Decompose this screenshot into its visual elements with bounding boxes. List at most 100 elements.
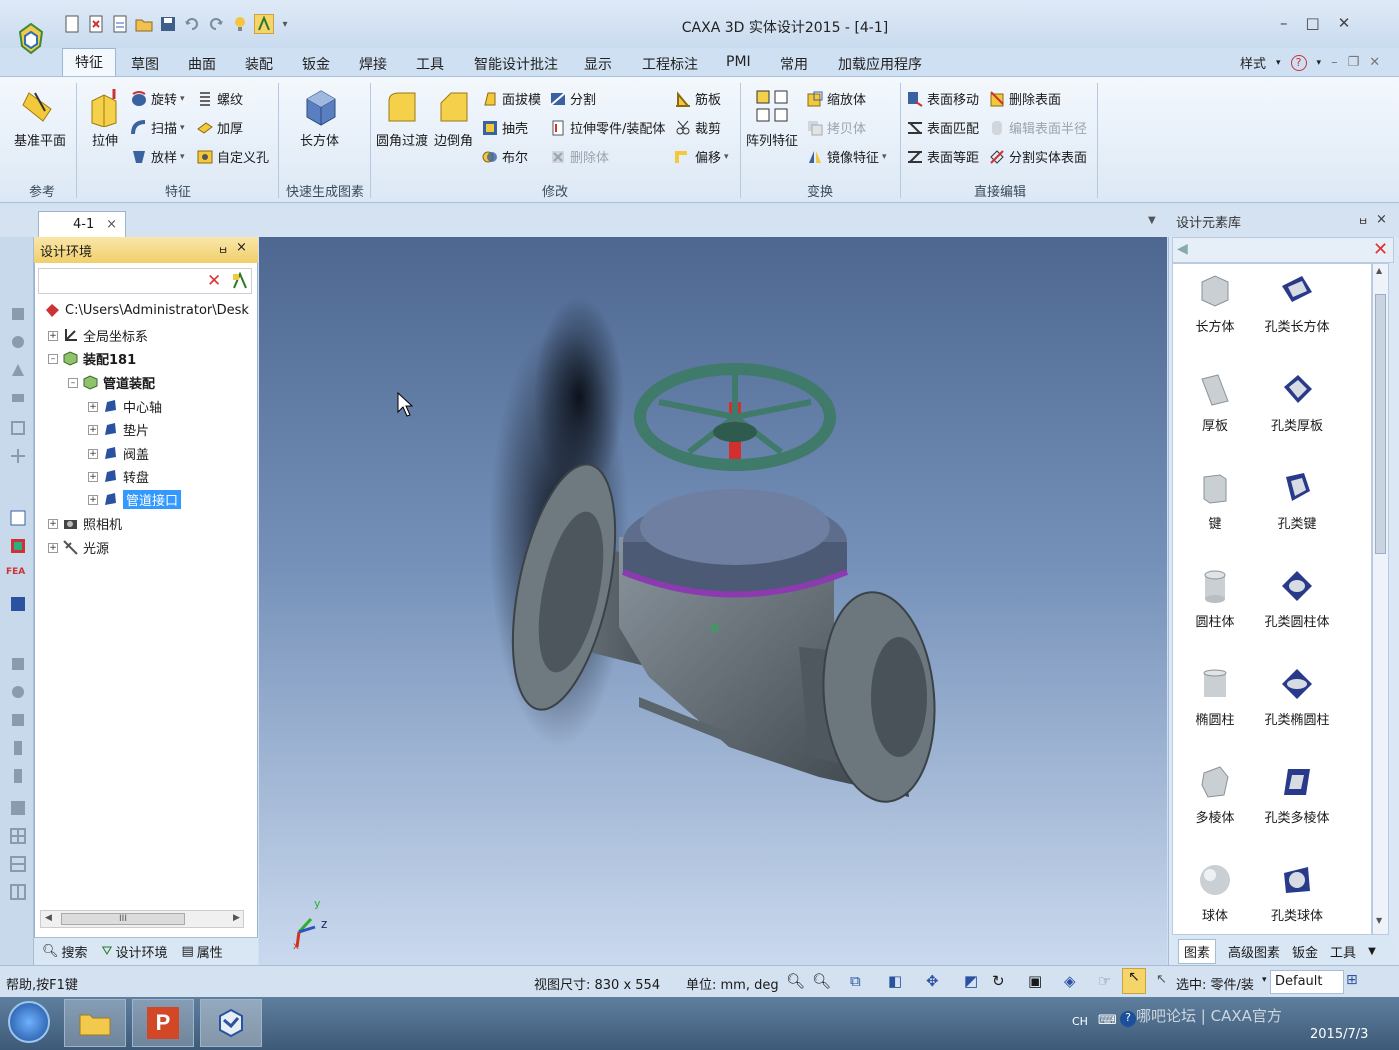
chevron-down-icon[interactable]: ▾ xyxy=(1317,58,1322,68)
split-face-button[interactable]: 分割实体表面 xyxy=(988,147,1087,166)
keyboard-icon[interactable]: ⌨ xyxy=(1098,1013,1117,1028)
scroll-down-icon[interactable]: ▼ xyxy=(1376,916,1382,925)
view-tool-icon[interactable] xyxy=(9,447,27,465)
view-tool-icon[interactable] xyxy=(9,883,27,901)
trim-button[interactable]: 裁剪 xyxy=(674,118,721,137)
tab-sketch[interactable]: 草图 xyxy=(131,52,159,76)
view-orient-icon[interactable]: ⧉ xyxy=(850,972,861,990)
tree-item-file[interactable]: C:\Users\Administrator\Desk xyxy=(44,302,249,319)
collapse-icon[interactable]: – xyxy=(48,353,58,364)
pan-icon[interactable]: ✥ xyxy=(926,972,939,990)
expand-icon[interactable]: + xyxy=(88,401,98,412)
open-folder-icon[interactable] xyxy=(134,14,154,34)
tab-tools-lib[interactable]: 工具 xyxy=(1330,942,1356,961)
tree-item-global-coord[interactable]: + 全局坐标系 xyxy=(48,326,148,345)
pattern-button[interactable]: 阵列特征 xyxy=(746,87,798,149)
undo-icon[interactable] xyxy=(182,14,202,34)
view-tool-icon[interactable] xyxy=(9,855,27,873)
tree-item-light[interactable]: + 光源 xyxy=(48,538,109,557)
chevron-down-icon[interactable]: ▾ xyxy=(1276,58,1281,68)
tab-addins[interactable]: 加载应用程序 xyxy=(838,52,922,76)
close-button[interactable]: ✕ xyxy=(1338,14,1351,32)
tree-item-assembly-181[interactable]: – 装配181 xyxy=(48,349,136,368)
fea-icon[interactable]: FEA xyxy=(6,567,25,577)
custom-hole-button[interactable]: 自定义孔 xyxy=(196,147,269,166)
section-icon[interactable]: ◩ xyxy=(964,972,978,990)
taskbar-caxa[interactable] xyxy=(200,999,262,1047)
lib-item-box[interactable]: 长方体 xyxy=(1173,272,1257,335)
extrude-button[interactable]: 拉伸 xyxy=(86,87,124,149)
close-library-icon[interactable]: ✕ xyxy=(1373,239,1388,260)
pin-icon[interactable]: ㅂ xyxy=(218,242,228,258)
help-icon[interactable]: ? xyxy=(1290,54,1307,71)
view-tool-icon[interactable] xyxy=(9,683,27,701)
maximize-button[interactable]: □ xyxy=(1306,14,1320,32)
panel-close-icon[interactable]: × xyxy=(236,240,247,255)
tab-sheet-metal[interactable]: 钣金 xyxy=(302,52,330,76)
tree-item-camera[interactable]: + 照相机 xyxy=(48,514,122,533)
tab-common[interactable]: 常用 xyxy=(780,52,808,76)
ribbon-minimize-icon[interactable]: – xyxy=(1331,55,1338,70)
view-tool-icon[interactable] xyxy=(9,361,27,379)
expand-icon[interactable]: + xyxy=(48,330,58,341)
minimize-button[interactable]: – xyxy=(1280,14,1288,32)
close-file-icon[interactable] xyxy=(86,14,106,34)
chevron-down-icon[interactable]: ▾ xyxy=(1262,975,1267,985)
tab-list-chevron-icon[interactable]: ▼ xyxy=(1148,215,1156,226)
mirror-button[interactable]: 镜像特征 ▾ xyxy=(806,147,887,166)
view-tool-icon[interactable] xyxy=(9,509,27,527)
horizontal-scrollbar[interactable]: ◀ III ▶ xyxy=(40,910,244,928)
view-tool-icon[interactable] xyxy=(9,333,27,351)
view-tool-icon[interactable] xyxy=(9,389,27,407)
tab-display[interactable]: 显示 xyxy=(584,52,612,76)
select-mode-dropdown[interactable]: 选中: 零件/装 xyxy=(1176,974,1254,993)
box-button[interactable]: 长方体 xyxy=(300,87,339,149)
scroll-up-icon[interactable]: ▲ xyxy=(1376,266,1382,275)
lib-item-hole-elliptic[interactable]: 孔类椭圆柱 xyxy=(1255,665,1339,728)
chamfer-button[interactable]: 边倒角 xyxy=(434,87,473,149)
back-arrow-icon[interactable]: ◀ xyxy=(1177,241,1188,257)
copy-body-button[interactable]: 拷贝体 xyxy=(806,118,866,137)
view-tool-icon[interactable] xyxy=(9,595,27,613)
lib-item-hole-sphere[interactable]: 孔类球体 xyxy=(1255,861,1339,924)
lib-item-hole-prism[interactable]: 孔类多棱体 xyxy=(1255,763,1339,826)
tab-search[interactable]: 🔍︎ 搜索 xyxy=(42,942,88,961)
rotate-icon[interactable]: ↻ xyxy=(992,972,1005,990)
valve-model[interactable] xyxy=(259,237,1167,965)
start-button[interactable] xyxy=(8,1001,50,1043)
document-tab-close-icon[interactable]: × xyxy=(106,217,117,232)
tree-item-valve-cover[interactable]: + 阀盖 xyxy=(88,444,149,463)
render-mode-icon[interactable]: ◧ xyxy=(888,972,902,990)
ribbon-restore-icon[interactable]: ❐ xyxy=(1348,55,1360,70)
scrollbar-thumb[interactable]: III xyxy=(61,913,185,925)
hand-icon[interactable]: ☞ xyxy=(1098,972,1111,990)
chevron-down-icon[interactable]: ▼ xyxy=(1368,946,1376,957)
tray-date[interactable]: 2015/7/3 xyxy=(1310,1027,1368,1042)
tab-feature[interactable]: 特征 xyxy=(62,48,116,77)
tab-engineering-dim[interactable]: 工程标注 xyxy=(642,52,698,76)
face-offset-button[interactable]: 表面等距 xyxy=(906,147,979,166)
face-delete-button[interactable]: 删除表面 xyxy=(988,89,1061,108)
tab-properties[interactable]: ▤ 属性 xyxy=(181,942,222,961)
lib-item-sphere[interactable]: 球体 xyxy=(1173,861,1257,924)
collapse-icon[interactable]: – xyxy=(68,377,78,388)
ribbon-close-icon[interactable]: ✕ xyxy=(1369,55,1380,70)
tab-primitives[interactable]: 图素 xyxy=(1178,938,1217,964)
scale-button[interactable]: 缩放体 xyxy=(806,89,866,108)
tab-design-env[interactable]: ⛛ 设计环境 xyxy=(102,942,168,961)
tab-pmi[interactable]: PMI xyxy=(726,52,751,72)
document-tab[interactable]: 4-1 × xyxy=(38,211,126,237)
split-button[interactable]: 分割 xyxy=(549,89,596,108)
offset-button[interactable]: 偏移 ▾ xyxy=(674,147,729,166)
library-scrollbar[interactable]: ▲ ▼ xyxy=(1372,263,1389,935)
expand-icon[interactable]: + xyxy=(48,542,58,553)
view-tool-icon[interactable] xyxy=(9,419,27,437)
tree-item-center-shaft[interactable]: + 中心轴 xyxy=(88,397,162,416)
extrude-part-button[interactable]: 拉伸零件/装配体 xyxy=(549,118,665,137)
edit-radius-button[interactable]: 编辑表面半径 xyxy=(988,118,1087,137)
panel-close-icon[interactable]: × xyxy=(1376,212,1387,227)
lib-item-prism[interactable]: 多棱体 xyxy=(1173,763,1257,826)
tab-weld[interactable]: 焊接 xyxy=(359,52,387,76)
box-view-icon[interactable]: ▣ xyxy=(1028,972,1042,990)
rib-button[interactable]: 筋板 xyxy=(674,89,721,108)
